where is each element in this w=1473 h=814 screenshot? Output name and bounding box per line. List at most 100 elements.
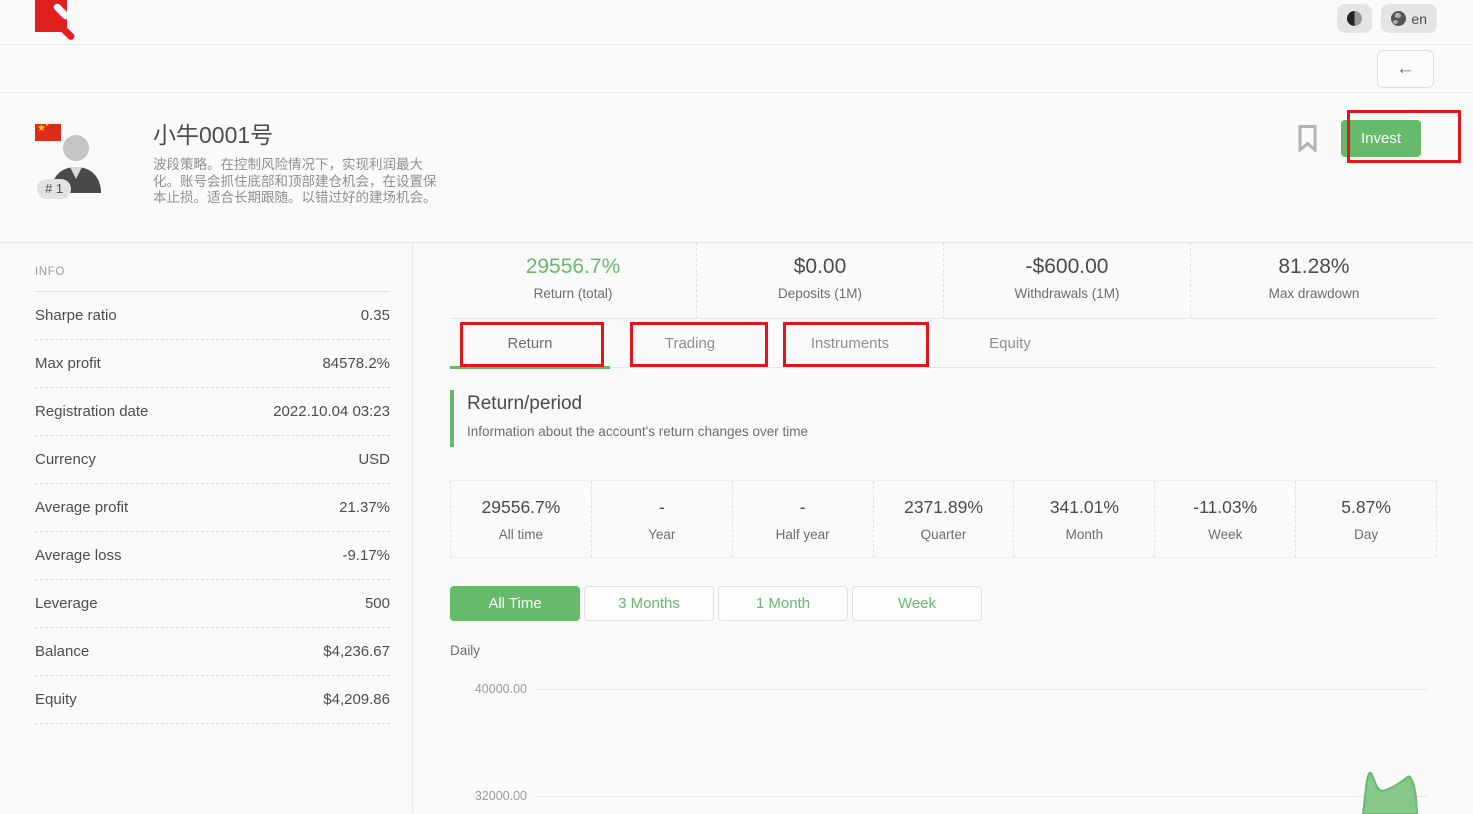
bookmark-icon[interactable]	[1298, 125, 1317, 152]
info-row-average-profit: Average profit 21.37%	[35, 484, 390, 532]
info-value: 0.35	[361, 307, 390, 324]
language-button[interactable]: en	[1381, 4, 1437, 33]
range-button-all-time[interactable]: All Time	[450, 586, 580, 621]
info-label: Max profit	[35, 355, 101, 372]
stat-withdrawals: -$600.00 Withdrawals (1M)	[944, 243, 1191, 318]
y-axis-tick: 40000.00	[450, 682, 527, 696]
invest-button[interactable]: Invest	[1341, 120, 1421, 157]
period-value: 5.87%	[1296, 497, 1436, 518]
chart-frequency-label: Daily	[450, 643, 1437, 658]
info-row-registration-date: Registration date 2022.10.04 03:23	[35, 388, 390, 436]
tab-trading[interactable]: Trading	[610, 319, 770, 367]
period-quarter: 2371.89% Quarter	[873, 481, 1014, 557]
trader-profile-header: ★ ★ # 1 小牛0001号 波段策略。在控制风险情况下，实现利润最大化。账号…	[0, 93, 1473, 242]
period-year: - Year	[591, 481, 732, 557]
period-label: Quarter	[874, 527, 1014, 542]
period-half-year: - Half year	[732, 481, 873, 557]
contrast-icon	[1347, 11, 1362, 26]
avatar: ★ ★ # 1	[35, 111, 111, 207]
info-value: $4,209.86	[323, 691, 390, 708]
back-arrow-icon: ←	[1396, 58, 1415, 80]
trader-name: 小牛0001号	[153, 116, 439, 150]
brand-logo[interactable]	[35, 0, 67, 32]
info-label: Average loss	[35, 547, 121, 564]
globe-icon	[1391, 11, 1406, 26]
gridline-row: 32000.00	[450, 789, 1428, 803]
info-row-balance: Balance $4,236.67	[35, 628, 390, 676]
period-label: Half year	[733, 527, 873, 542]
language-label: en	[1411, 11, 1427, 27]
toolbar-row: ←	[0, 45, 1473, 93]
stat-value: -$600.00	[944, 255, 1190, 279]
rank-badge: # 1	[37, 179, 71, 199]
stat-label: Return (total)	[450, 286, 696, 301]
tab-return[interactable]: Return	[450, 319, 610, 367]
period-value: -11.03%	[1155, 497, 1295, 518]
period-all-time: 29556.7% All time	[450, 481, 591, 557]
period-value: -	[592, 497, 732, 518]
china-flag-icon: ★ ★	[35, 124, 61, 141]
main-area: INFO Sharpe ratio 0.35 Max profit 84578.…	[0, 242, 1473, 813]
logo-slash-icon	[52, 2, 70, 20]
tab-equity[interactable]: Equity	[930, 319, 1090, 367]
profile-actions: Invest	[1298, 120, 1421, 157]
top-bar-actions: en	[1337, 4, 1437, 33]
info-row-leverage: Leverage 500	[35, 580, 390, 628]
info-value: -9.17%	[342, 547, 390, 564]
period-label: Day	[1296, 527, 1436, 542]
back-button[interactable]: ←	[1377, 50, 1434, 88]
period-week: -11.03% Week	[1154, 481, 1295, 557]
stat-return-total: 29556.7% Return (total)	[450, 243, 697, 318]
info-value: 84578.2%	[322, 355, 390, 372]
top-bar: en	[0, 0, 1473, 45]
section-header: Return/period Information about the acco…	[450, 390, 1437, 447]
period-value: 29556.7%	[451, 497, 591, 518]
info-row-sharpe-ratio: Sharpe ratio 0.35	[35, 292, 390, 340]
stat-value: $0.00	[697, 255, 943, 279]
range-button-1-month[interactable]: 1 Month	[718, 586, 848, 621]
period-month: 341.01% Month	[1013, 481, 1154, 557]
range-filter-row: All Time 3 Months 1 Month Week	[450, 586, 1437, 621]
info-value: 21.37%	[339, 499, 390, 516]
y-axis-tick: 32000.00	[450, 789, 527, 803]
stat-deposits: $0.00 Deposits (1M)	[697, 243, 944, 318]
info-label: Balance	[35, 643, 89, 660]
range-button-3-months[interactable]: 3 Months	[584, 586, 714, 621]
info-row-equity: Equity $4,209.86	[35, 676, 390, 724]
stat-max-drawdown: 81.28% Max drawdown	[1191, 243, 1437, 318]
period-day: 5.87% Day	[1295, 481, 1437, 557]
info-label: Equity	[35, 691, 77, 708]
summary-stats-row: 29556.7% Return (total) $0.00 Deposits (…	[450, 243, 1437, 319]
period-value: 2371.89%	[874, 497, 1014, 518]
info-label: Currency	[35, 451, 96, 468]
flag-star: ★	[45, 124, 49, 128]
info-value: 500	[365, 595, 390, 612]
section-title: Return/period	[467, 393, 1437, 415]
info-row-max-profit: Max profit 84578.2%	[35, 340, 390, 388]
stat-value: 29556.7%	[450, 255, 696, 279]
section-subtitle: Information about the account's return c…	[467, 424, 1437, 439]
info-label: Sharpe ratio	[35, 307, 117, 324]
profile-text: 小牛0001号 波段策略。在控制风险情况下，实现利润最大化。账号会抓住底部和顶部…	[153, 111, 439, 242]
info-value: 2022.10.04 03:23	[273, 403, 390, 420]
info-panel-title: INFO	[35, 257, 390, 292]
trader-description: 波段策略。在控制风险情况下，实现利润最大化。账号会抓住底部和顶部建仓机会，在设置…	[153, 157, 439, 207]
tab-instruments[interactable]: Instruments	[770, 319, 930, 367]
info-row-currency: Currency USD	[35, 436, 390, 484]
info-sidebar: INFO Sharpe ratio 0.35 Max profit 84578.…	[0, 243, 413, 813]
area-series-spike	[1358, 768, 1420, 814]
content-area: 29556.7% Return (total) $0.00 Deposits (…	[413, 243, 1473, 813]
theme-toggle-button[interactable]	[1337, 4, 1372, 33]
info-value: $4,236.67	[323, 643, 390, 660]
period-label: Year	[592, 527, 732, 542]
range-button-week[interactable]: Week	[852, 586, 982, 621]
gridline	[535, 689, 1428, 690]
stat-label: Deposits (1M)	[697, 286, 943, 301]
period-value: 341.01%	[1014, 497, 1154, 518]
info-value: USD	[358, 451, 390, 468]
period-label: Week	[1155, 527, 1295, 542]
period-stats-row: 29556.7% All time - Year - Half year 237…	[450, 480, 1437, 558]
stat-label: Max drawdown	[1191, 286, 1437, 301]
info-label: Leverage	[35, 595, 98, 612]
period-label: Month	[1014, 527, 1154, 542]
